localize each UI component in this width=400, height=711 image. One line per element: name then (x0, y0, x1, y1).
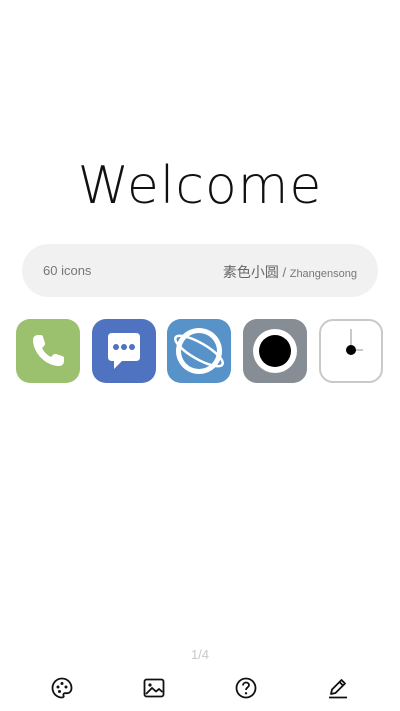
icon-pack-info-bar: 60 icons 素色小圆 / Zhangensong (22, 244, 378, 297)
pack-attribution: 素色小圆 / Zhangensong (223, 262, 357, 282)
wallpaper-icon[interactable] (142, 676, 166, 700)
welcome-title: Welcome (77, 156, 323, 216)
icon-pack-preview-page: Welcome 60 icons 素色小圆 / Zhangensong 1/4 (0, 0, 400, 711)
icon-count: 60 icons (43, 263, 92, 278)
edit-icon[interactable] (326, 676, 350, 700)
icon-preview-row (16, 319, 384, 383)
page-indicator: 1/4 (190, 647, 210, 662)
browser-icon[interactable] (167, 319, 231, 383)
bottom-toolbar (0, 676, 400, 700)
help-icon[interactable] (234, 676, 258, 700)
phone-icon[interactable] (16, 319, 80, 383)
messages-icon[interactable] (92, 319, 156, 383)
theme-name: 素色小圆 (222, 265, 279, 281)
attribution-separator: / (282, 265, 287, 280)
clock-icon[interactable] (319, 319, 383, 383)
palette-icon[interactable] (50, 676, 74, 700)
camera-icon[interactable] (243, 319, 307, 383)
author-name: Zhangensong (289, 268, 357, 280)
